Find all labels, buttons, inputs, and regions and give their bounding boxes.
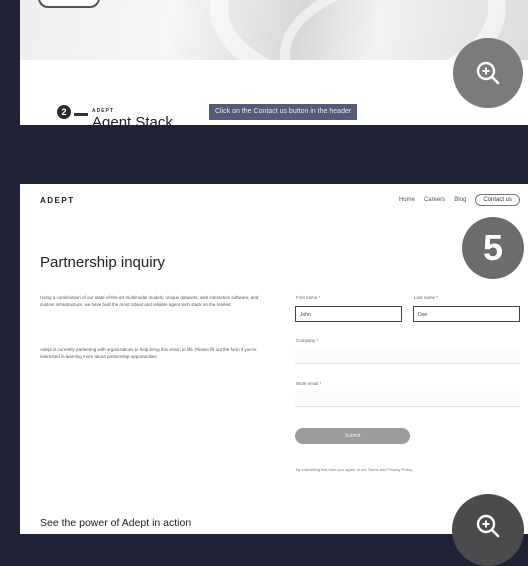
nav-home[interactable]: Home xyxy=(399,197,415,203)
nav-careers[interactable]: Careers xyxy=(424,197,445,203)
step-badge-previous: 2 xyxy=(57,105,71,119)
first-name-field[interactable]: John xyxy=(295,306,402,322)
nav-blog[interactable]: Blog xyxy=(454,197,466,203)
previous-step-card: 2 ADEPT Agent Stack Click on the Contact… xyxy=(20,0,528,125)
terms-text: By submitting this form you agree to our… xyxy=(296,467,413,472)
instruction-caption: Click on the Contact us button in the he… xyxy=(209,104,358,120)
header-nav: Home Careers Blog Contact us xyxy=(399,194,520,206)
section-title: See the power of Adept in action xyxy=(40,517,192,529)
brand-logo[interactable]: ADEPT xyxy=(40,196,75,205)
first-name-label: First name * xyxy=(296,295,321,300)
page-title: Partnership inquiry xyxy=(40,254,166,271)
work-email-label: Work email * xyxy=(296,381,322,386)
hero-banner xyxy=(20,0,528,60)
zoom-in-icon-glyph xyxy=(476,514,500,538)
submit-button[interactable]: Submit xyxy=(295,428,410,444)
partnership-paragraph: Adept is currently partnering with organ… xyxy=(40,347,257,359)
zoom-in-icon[interactable] xyxy=(452,494,524,566)
last-name-field[interactable]: Doe xyxy=(413,306,520,322)
company-label: Company * xyxy=(296,338,319,343)
partnership-page: ADEPT Home Careers Blog Contact us Partn… xyxy=(20,184,528,534)
last-name-label: Last name * xyxy=(414,295,439,300)
product-name: Agent Stack xyxy=(92,114,173,125)
intro-paragraph: Using a combination of our state-of-the-… xyxy=(40,295,259,307)
company-field[interactable] xyxy=(295,348,520,364)
contact-us-button[interactable]: Contact us xyxy=(475,194,520,206)
work-email-field[interactable] xyxy=(295,391,520,407)
step-badge: 5 xyxy=(462,217,524,279)
logo-mark xyxy=(74,113,88,116)
zoom-in-icon-glyph xyxy=(476,61,500,85)
zoom-in-icon[interactable] xyxy=(453,38,523,108)
banner-button[interactable] xyxy=(38,0,100,8)
